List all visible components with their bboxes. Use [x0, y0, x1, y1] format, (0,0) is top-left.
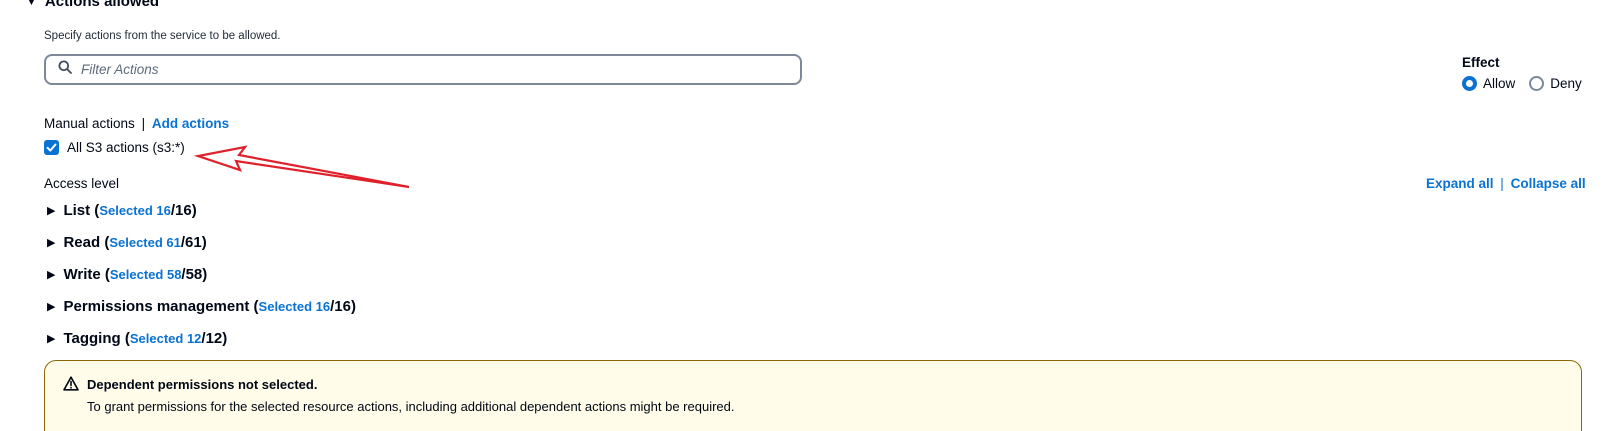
expand-all-link[interactable]: Expand all	[1426, 176, 1494, 191]
effect-allow-label[interactable]: Allow	[1483, 76, 1515, 91]
group-total: /58	[181, 266, 203, 283]
effect-title: Effect	[1462, 55, 1500, 70]
all-s3-actions-label[interactable]: All S3 actions (s3:*)	[67, 140, 185, 155]
group-total: /16	[330, 298, 351, 315]
expand-collapse-links: Expand all | Collapse all	[1426, 176, 1586, 191]
caret-down-icon: ▼	[26, 0, 37, 8]
selected-count-link[interactable]: Selected 16	[99, 203, 171, 218]
filter-actions-input[interactable]	[81, 62, 761, 77]
alert-title: Dependent permissions not selected.	[87, 377, 318, 392]
alert-text: To grant permissions for the selected re…	[87, 399, 735, 414]
access-group-tagging[interactable]: ▶ Tagging (Selected 12/12)	[47, 330, 227, 347]
group-name: Write	[63, 266, 101, 283]
caret-right-icon: ▶	[47, 205, 56, 217]
collapse-all-link[interactable]: Collapse all	[1511, 176, 1586, 191]
group-name: Permissions management	[63, 298, 250, 315]
selected-count-link[interactable]: Selected 16	[259, 299, 331, 314]
caret-right-icon: ▶	[47, 269, 56, 281]
separator: |	[141, 116, 146, 131]
group-name: List	[63, 202, 91, 219]
access-group-list[interactable]: ▶ List (Selected 16/16)	[47, 202, 197, 219]
filter-actions-field[interactable]	[44, 54, 802, 85]
selected-count-link[interactable]: Selected 61	[109, 235, 181, 250]
manual-actions-row: Manual actions | Add actions	[44, 116, 229, 131]
access-group-read[interactable]: ▶ Read (Selected 61/61)	[47, 234, 207, 251]
all-s3-actions-row[interactable]: All S3 actions (s3:*)	[44, 140, 185, 155]
access-level-label: Access level	[44, 176, 120, 191]
effect-allow-radio[interactable]	[1462, 76, 1477, 91]
effect-deny-radio[interactable]	[1529, 76, 1545, 91]
warning-icon	[63, 376, 79, 396]
caret-right-icon: ▶	[47, 301, 56, 313]
caret-right-icon: ▶	[47, 333, 56, 345]
group-total: /61	[180, 234, 202, 251]
effect-group: Effect Allow Deny	[1462, 55, 1590, 91]
group-name: Tagging	[63, 330, 121, 347]
access-group-permissions-management[interactable]: ▶ Permissions management (Selected 16/16…	[47, 298, 356, 315]
group-name: Read	[63, 234, 101, 251]
add-actions-link[interactable]: Add actions	[152, 116, 229, 131]
access-group-write[interactable]: ▶ Write (Selected 58/58)	[47, 266, 207, 283]
search-icon	[58, 60, 72, 79]
section-title: Actions allowed	[44, 0, 160, 10]
separator: |	[1500, 176, 1504, 191]
selected-count-link[interactable]: Selected 12	[130, 331, 202, 346]
selected-count-link[interactable]: Selected 58	[110, 267, 182, 282]
effect-deny-label[interactable]: Deny	[1550, 76, 1582, 91]
group-total: /12	[201, 330, 223, 347]
dependent-permissions-alert: Dependent permissions not selected. To g…	[44, 360, 1582, 431]
section-description: Specify actions from the service to be a…	[44, 30, 281, 42]
all-s3-actions-checkbox[interactable]	[44, 140, 59, 155]
check-icon	[46, 143, 57, 152]
section-header-actions-allowed[interactable]: ▼ Actions allowed	[26, 0, 159, 10]
manual-actions-label: Manual actions	[44, 116, 135, 131]
caret-right-icon: ▶	[47, 237, 56, 249]
group-total: /16	[170, 202, 192, 219]
